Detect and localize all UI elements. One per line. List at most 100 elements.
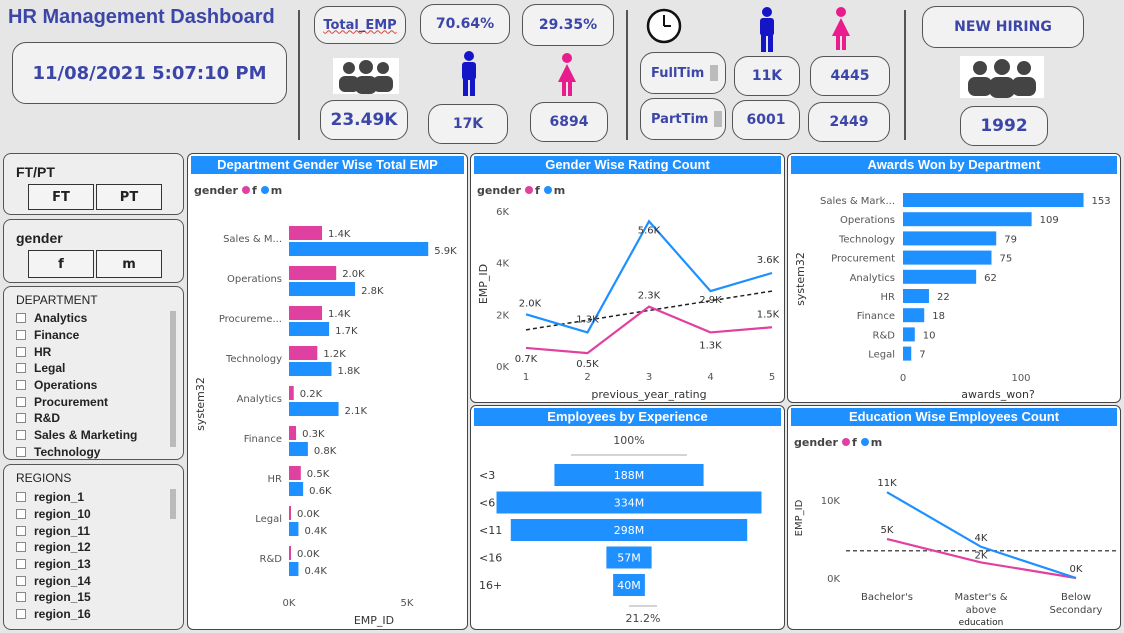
data-label: 0.6K xyxy=(309,486,332,497)
ft-button[interactable]: FT xyxy=(28,184,94,210)
department-item[interactable]: Technology xyxy=(16,444,137,461)
data-label: 188M xyxy=(614,469,645,482)
region-item-label: region_1 xyxy=(34,490,85,505)
region-item-label: region_16 xyxy=(34,607,91,622)
regions-scrollbar[interactable] xyxy=(170,489,176,519)
pt-button[interactable]: PT xyxy=(96,184,162,210)
data-label: 57M xyxy=(617,552,641,565)
category-label: Operations xyxy=(840,215,895,226)
bar xyxy=(903,346,912,361)
category-label: Master's & xyxy=(954,592,1007,603)
total-emp-label-text: Total_EMP xyxy=(323,17,397,33)
data-label: 18 xyxy=(932,311,945,322)
male-count: 17K xyxy=(428,104,508,144)
checkbox[interactable] xyxy=(16,413,26,424)
department-item[interactable]: Sales & Marketing xyxy=(16,427,137,444)
region-item[interactable]: region_11 xyxy=(16,522,91,539)
data-label: 2.8K xyxy=(361,286,384,297)
fulltime-label: FullTim xyxy=(640,52,726,94)
data-label: 1.7K xyxy=(335,326,358,337)
data-label: 0.2K xyxy=(300,389,323,400)
data-label: 2.3K xyxy=(638,291,661,302)
department-item-label: R&D xyxy=(34,411,60,426)
y-axis-label: EMP_ID xyxy=(477,264,490,304)
awards-panel: Awards Won by Department Sales & Mark...… xyxy=(787,153,1121,403)
department-item[interactable]: HR xyxy=(16,343,137,360)
bar xyxy=(903,308,925,323)
region-item-label: region_11 xyxy=(34,523,91,538)
data-label: 3.6K xyxy=(757,255,780,266)
tick-label: 5K xyxy=(401,598,414,609)
checkbox[interactable] xyxy=(16,330,26,341)
data-label: 79 xyxy=(1004,234,1017,245)
data-label: 0.5K xyxy=(576,359,599,370)
gender-m-button[interactable]: m xyxy=(96,250,162,278)
people-group-icon xyxy=(333,58,399,94)
department-item[interactable]: R&D xyxy=(16,410,137,427)
department-item[interactable]: Analytics xyxy=(16,310,137,327)
tick-label: 0K xyxy=(496,362,509,373)
bar-m xyxy=(289,522,299,536)
regions-list: region_1 region_10 region_11 region_12 regio… xyxy=(16,489,91,623)
region-item[interactable]: region_13 xyxy=(16,556,91,573)
tick-label: 0 xyxy=(900,373,906,384)
checkbox[interactable] xyxy=(16,542,26,553)
bar xyxy=(903,327,915,342)
education-panel: Education Wise Employees Count gender f m … xyxy=(787,405,1121,630)
checkbox[interactable] xyxy=(16,313,26,324)
tick-label: 2K xyxy=(496,310,509,321)
category-label: <11 xyxy=(479,524,502,537)
checkbox[interactable] xyxy=(16,592,26,603)
gender-f-button[interactable]: f xyxy=(28,250,94,278)
data-label: 7 xyxy=(919,350,925,361)
region-item[interactable]: region_16 xyxy=(16,606,91,623)
data-label: 5K xyxy=(881,525,894,536)
region-item[interactable]: region_1 xyxy=(16,489,91,506)
checkbox[interactable] xyxy=(16,396,26,407)
category-label: <3 xyxy=(479,469,495,482)
category-label: HR xyxy=(881,292,896,303)
data-label: 1.5K xyxy=(757,309,780,320)
checkbox[interactable] xyxy=(16,446,26,457)
category-label: Bachelor's xyxy=(861,592,913,603)
bar-m xyxy=(289,402,339,416)
data-label: 1.8K xyxy=(337,366,360,377)
category-label: Secondary xyxy=(1050,605,1103,616)
checkbox[interactable] xyxy=(16,346,26,357)
checkbox[interactable] xyxy=(16,430,26,441)
checkbox[interactable] xyxy=(16,363,26,374)
region-item[interactable]: region_14 xyxy=(16,572,91,589)
region-item[interactable]: region_10 xyxy=(16,506,91,523)
bar-f xyxy=(289,546,291,560)
department-scrollbar[interactable] xyxy=(170,311,176,447)
tick-label: 4 xyxy=(707,372,713,383)
total-emp-value: 23.49K xyxy=(320,100,408,140)
checkbox[interactable] xyxy=(16,525,26,536)
checkbox[interactable] xyxy=(16,609,26,620)
ft-male: 11K xyxy=(734,56,800,96)
education-chart: 10K 0K 5K 2K 11K 4K 0K Bachelor's Master's & abov… xyxy=(794,478,1118,628)
data-label: 5.6K xyxy=(638,225,661,236)
checkbox[interactable] xyxy=(16,575,26,586)
data-label: 298M xyxy=(614,524,645,537)
new-hiring-label: NEW HIRING xyxy=(922,6,1084,48)
rating-chart: 0K 2K 4K 6K 1 2 3 4 5 previous_year_rating EMP_ID 0… xyxy=(477,207,780,401)
department-item[interactable]: Procurement xyxy=(16,393,137,410)
category-label: above xyxy=(966,605,997,616)
checkbox[interactable] xyxy=(16,509,26,520)
region-item[interactable]: region_15 xyxy=(16,589,91,606)
department-item[interactable]: Finance xyxy=(16,327,137,344)
region-item[interactable]: region_12 xyxy=(16,539,91,556)
series-line-f xyxy=(525,305,773,355)
gender-slicer: gender f m xyxy=(3,219,184,283)
regions-slicer-title: REGIONS xyxy=(16,471,72,485)
department-item[interactable]: Operations xyxy=(16,377,137,394)
data-label: 1.2K xyxy=(323,349,346,360)
department-item[interactable]: Legal xyxy=(16,360,137,377)
tick-label: 4K xyxy=(496,259,509,270)
checkbox[interactable] xyxy=(16,559,26,570)
checkbox[interactable] xyxy=(16,380,26,391)
checkbox[interactable] xyxy=(16,492,26,503)
tick-label: 0K xyxy=(283,598,296,609)
awards-chart: Sales & Mark... 153 Operations 109 Technolog… xyxy=(794,193,1111,401)
